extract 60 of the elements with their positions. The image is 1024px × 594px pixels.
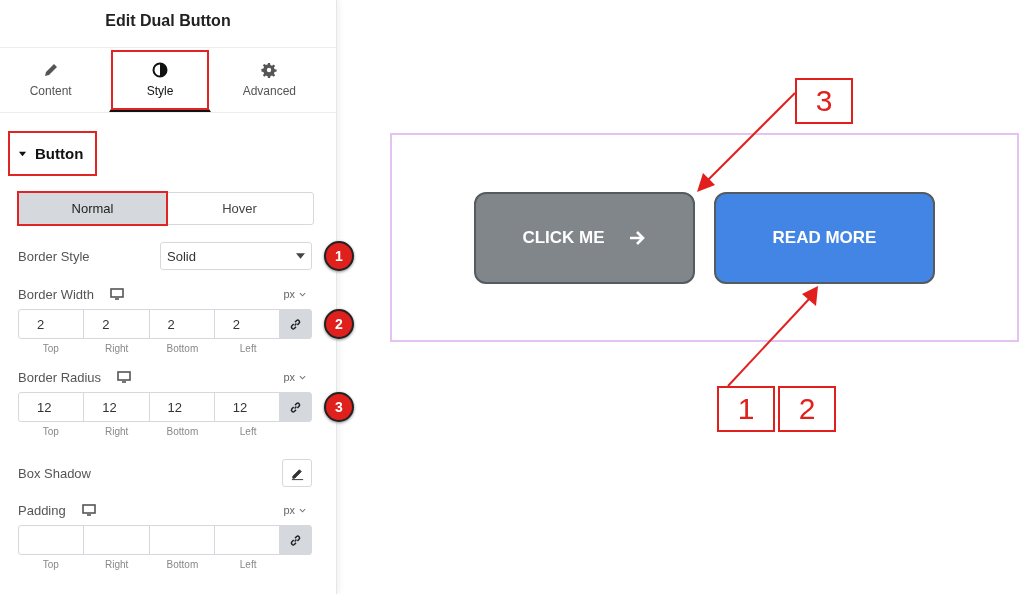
link-button[interactable] bbox=[280, 310, 311, 338]
field-caption: Bottom bbox=[165, 559, 200, 570]
preview-button[interactable]: CLICK ME bbox=[474, 191, 695, 284]
field-caption: Right bbox=[103, 426, 130, 437]
unit-selector[interactable]: px bbox=[283, 504, 295, 516]
chevron-icon bbox=[299, 291, 306, 297]
input-field[interactable]: 12 bbox=[19, 393, 85, 421]
panel-tab[interactable]: Style bbox=[109, 48, 211, 112]
border-style-select[interactable]: Solid bbox=[160, 242, 312, 270]
link-button[interactable] bbox=[280, 526, 311, 554]
link-button[interactable] bbox=[280, 393, 311, 421]
callout-label: 3 bbox=[795, 78, 853, 124]
settings-icon bbox=[261, 62, 278, 78]
field-caption: Right bbox=[103, 343, 130, 354]
callout-label: 2 bbox=[778, 386, 836, 432]
contrast-icon bbox=[152, 61, 168, 78]
desktop-icon bbox=[117, 371, 132, 383]
link-icon bbox=[289, 400, 302, 414]
input-field[interactable]: 12 bbox=[149, 393, 215, 421]
field-caption: Right bbox=[103, 559, 130, 570]
field-caption: Left bbox=[238, 559, 258, 570]
field-caption: Top bbox=[41, 343, 60, 354]
control-label: Box Shadow bbox=[18, 465, 91, 481]
control-label: Border Style bbox=[18, 248, 90, 264]
desktop-icon bbox=[109, 288, 124, 300]
desktop-icon bbox=[81, 504, 96, 516]
dropdown-icon bbox=[296, 253, 305, 259]
chevron-icon bbox=[299, 374, 306, 380]
field-caption: Top bbox=[41, 559, 60, 570]
preview-button[interactable]: READ MORE bbox=[714, 191, 935, 284]
step-badge: 2 bbox=[324, 309, 354, 339]
control-label: Border Width bbox=[18, 286, 94, 302]
field-caption: Left bbox=[238, 426, 258, 437]
section-header[interactable]: Button bbox=[10, 133, 96, 174]
unit-selector[interactable]: px bbox=[283, 371, 295, 383]
step-badge: 3 bbox=[324, 392, 354, 422]
link-icon bbox=[289, 317, 302, 331]
edit-button[interactable] bbox=[282, 459, 312, 487]
panel-tab[interactable]: Advanced bbox=[218, 48, 320, 112]
state-tab[interactable]: Normal bbox=[19, 193, 166, 224]
field-caption: Bottom bbox=[165, 426, 200, 437]
field-caption: Left bbox=[238, 343, 258, 354]
input-field[interactable]: 12 bbox=[84, 393, 150, 421]
input-field[interactable]: 2 bbox=[84, 310, 150, 338]
callout-label: 1 bbox=[717, 386, 775, 432]
pencil-icon bbox=[42, 62, 59, 78]
state-tab[interactable]: Hover bbox=[166, 193, 313, 224]
control-label: Border Radius bbox=[18, 369, 102, 385]
panel-tab[interactable]: Content bbox=[0, 48, 102, 112]
panel-title: Edit Dual Button bbox=[0, 0, 336, 48]
link-icon bbox=[289, 533, 302, 547]
control-label: Padding bbox=[18, 502, 66, 518]
unit-selector[interactable]: px bbox=[283, 288, 295, 300]
caret-icon bbox=[18, 149, 27, 158]
input-field[interactable]: 2 bbox=[19, 310, 85, 338]
field-caption: Top bbox=[41, 426, 60, 437]
step-badge: 1 bbox=[324, 241, 354, 271]
input-field[interactable]: 2 bbox=[149, 310, 215, 338]
chevron-icon bbox=[299, 507, 306, 513]
field-caption: Bottom bbox=[165, 343, 200, 354]
